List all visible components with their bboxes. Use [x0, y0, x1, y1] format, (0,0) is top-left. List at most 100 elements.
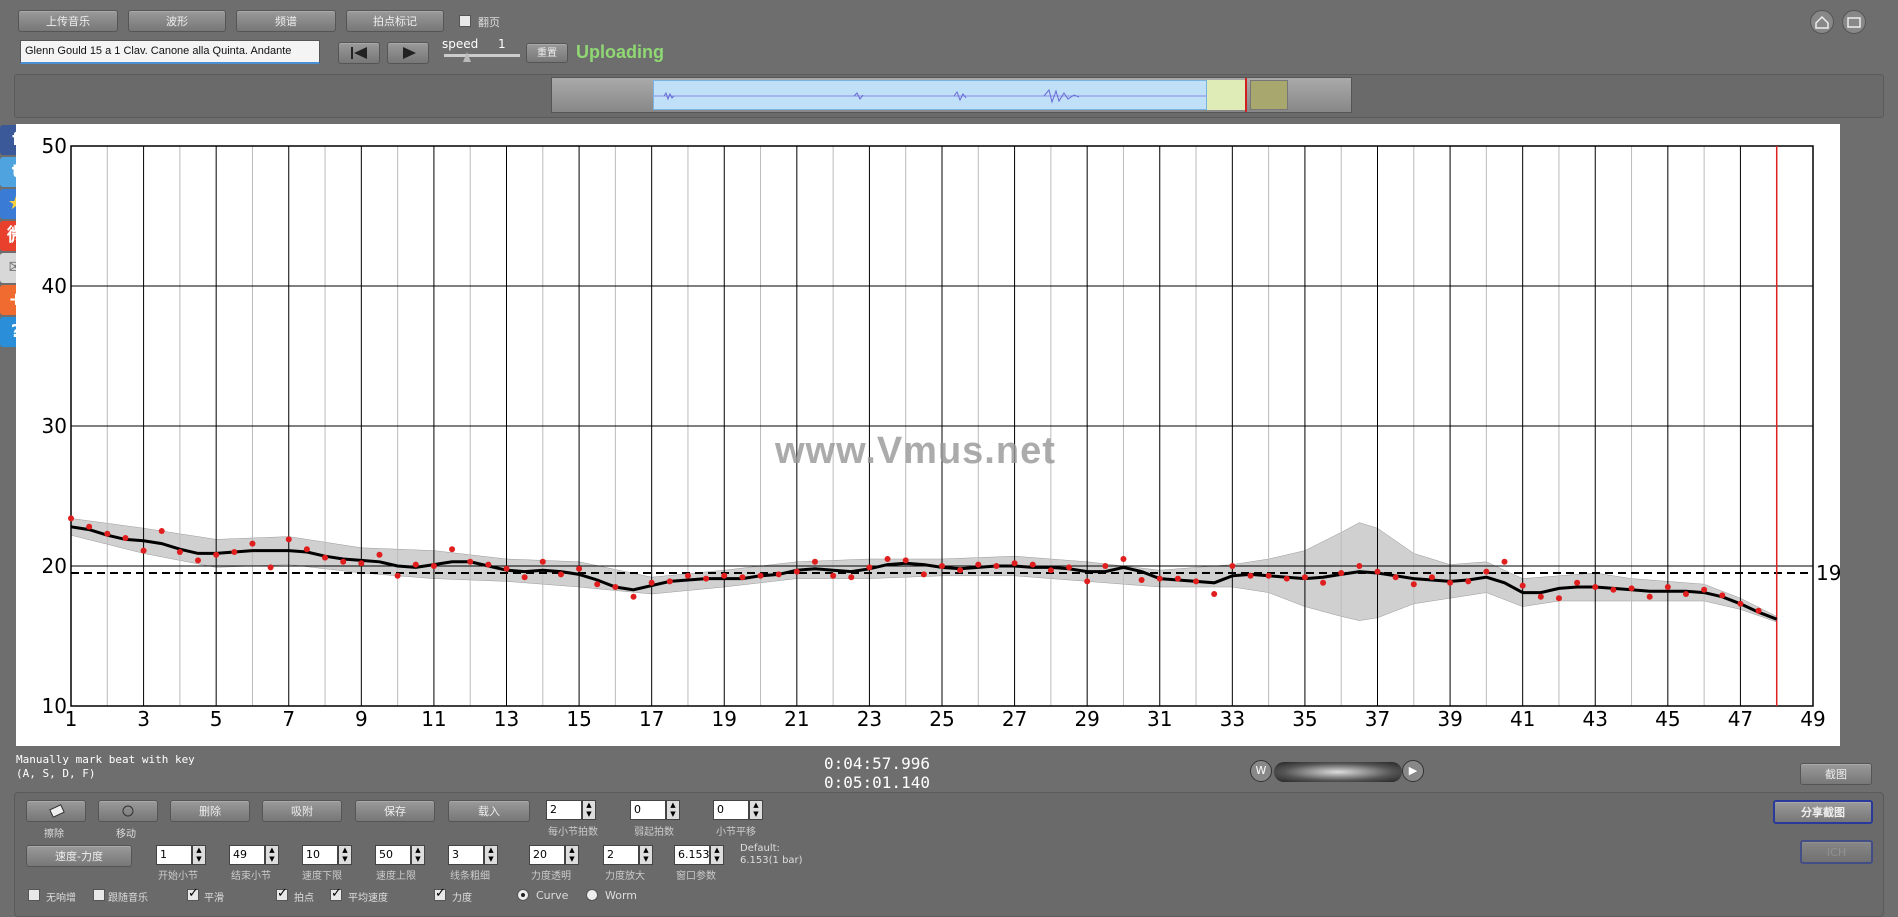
play-button[interactable]: [387, 42, 429, 64]
beat-point: [358, 560, 365, 567]
stepper-arrows[interactable]: ▲ ▼: [338, 845, 352, 865]
screenshot-button[interactable]: 截图: [1800, 763, 1872, 785]
x-tick-label: 9: [355, 707, 368, 731]
tempo-max-label: 速度上限: [376, 871, 416, 882]
start-beat-value[interactable]: 0: [630, 800, 666, 820]
beats-per-bar-stepper[interactable]: 2 ▲ ▼: [546, 800, 596, 820]
mode-radio-0[interactable]: [517, 889, 529, 901]
current-time: 0:04:57.996: [824, 754, 930, 773]
load-button[interactable]: 载入: [448, 800, 530, 822]
reset-button[interactable]: 重置: [526, 43, 568, 63]
snap-button[interactable]: 吸附: [262, 800, 342, 822]
stepper-arrows[interactable]: ▲ ▼: [484, 845, 498, 865]
rewind-button[interactable]: [338, 42, 380, 64]
beat-point: [703, 575, 710, 582]
dyn-scale-label: 力度放大: [605, 871, 645, 882]
end-bar-value[interactable]: 49: [229, 845, 265, 865]
option-checkbox-3[interactable]: [276, 886, 288, 901]
tempo-dynamics-button[interactable]: 速度-力度: [26, 845, 132, 867]
beat-point: [1719, 592, 1726, 599]
dyn-transparency-value[interactable]: 20: [529, 845, 565, 865]
beat-point: [811, 558, 818, 565]
stepper-arrows[interactable]: ▲ ▼: [582, 800, 596, 820]
speed-slider-track[interactable]: [444, 54, 520, 57]
stepper-arrows[interactable]: ▲ ▼: [710, 845, 724, 865]
beat-point: [612, 584, 619, 590]
beat-point: [1574, 579, 1581, 586]
spectrum-button[interactable]: 频谱: [236, 10, 336, 32]
stepper-arrows[interactable]: ▲ ▼: [639, 845, 653, 865]
option-checkbox-0[interactable]: [28, 889, 40, 901]
beat-point: [1682, 591, 1689, 597]
save-button[interactable]: 保存: [355, 800, 435, 822]
bar-offset-stepper[interactable]: 0 ▲ ▼: [713, 800, 763, 820]
option-checkbox-1[interactable]: [93, 889, 105, 901]
start-bar-stepper[interactable]: 1 ▲ ▼: [156, 845, 206, 865]
eraser-icon: [49, 804, 65, 818]
bar-offset-value[interactable]: 0: [713, 800, 749, 820]
waveform-button[interactable]: 波形: [128, 10, 226, 32]
line-width-stepper[interactable]: 3 ▲ ▼: [448, 845, 498, 865]
window-param-stepper[interactable]: 6.153 ▲ ▼: [674, 845, 724, 865]
beats-per-bar-value[interactable]: 2: [546, 800, 582, 820]
x-tick-label: 13: [494, 707, 519, 731]
overview-waveform[interactable]: [551, 77, 1352, 113]
beat-point: [975, 561, 982, 568]
stepper-arrows[interactable]: ▲ ▼: [265, 845, 279, 865]
tempo-max-stepper[interactable]: 50 ▲ ▼: [375, 845, 425, 865]
dyn-scale-value[interactable]: 2: [603, 845, 639, 865]
stepper-arrows[interactable]: ▲ ▼: [749, 800, 763, 820]
beat-point: [1047, 567, 1054, 574]
option-label-1: 跟随音乐: [108, 893, 148, 904]
track-title-field[interactable]: Glenn Gould 15 a 1 Clav. Canone alla Qui…: [20, 40, 320, 64]
delete-button[interactable]: 删除: [170, 800, 250, 822]
erase-button[interactable]: [26, 800, 86, 822]
beat-point: [757, 572, 764, 579]
beat-point: [1066, 564, 1073, 571]
overview-playhead-zone[interactable]: [1207, 80, 1246, 110]
upload-music-button[interactable]: 上传音乐: [18, 10, 118, 32]
beat-point: [1592, 584, 1599, 590]
waveform-toggle-icon[interactable]: W: [1250, 760, 1272, 782]
beat-point: [340, 558, 347, 565]
end-bar-stepper[interactable]: 49 ▲ ▼: [229, 845, 279, 865]
hint-line-2: (A, S, D, F): [16, 767, 96, 780]
option-checkbox-4[interactable]: [330, 886, 342, 901]
beat-point: [467, 558, 474, 565]
tempo-min-stepper[interactable]: 10 ▲ ▼: [302, 845, 352, 865]
follow-checkbox[interactable]: [459, 15, 471, 27]
beat-mark-button[interactable]: 拍点标记: [346, 10, 444, 32]
option-checkbox-2[interactable]: [187, 886, 199, 901]
overview-next-zone[interactable]: [1250, 80, 1288, 110]
stepper-arrows[interactable]: ▲ ▼: [565, 845, 579, 865]
option-checkbox-5[interactable]: [434, 886, 446, 901]
stepper-arrows[interactable]: ▲ ▼: [666, 800, 680, 820]
mode-radio-1[interactable]: [586, 889, 598, 901]
window-param-value[interactable]: 6.153: [674, 845, 710, 865]
window-icon[interactable]: [1842, 10, 1866, 34]
tempo-min-value[interactable]: 10: [302, 845, 338, 865]
beat-point: [1247, 572, 1254, 579]
faded-button[interactable]: ICH: [1800, 840, 1873, 864]
audio-icon[interactable]: ▶: [1402, 760, 1424, 782]
stepper-arrows[interactable]: ▲ ▼: [192, 845, 206, 865]
line-width-value[interactable]: 3: [448, 845, 484, 865]
home-icon[interactable]: [1810, 10, 1834, 34]
beat-point: [322, 554, 329, 561]
tempo-max-value[interactable]: 50: [375, 845, 411, 865]
move-button[interactable]: [98, 800, 158, 822]
dyn-scale-stepper[interactable]: 2 ▲ ▼: [603, 845, 653, 865]
dyn-transparency-stepper[interactable]: 20 ▲ ▼: [529, 845, 579, 865]
start-beat-stepper[interactable]: 0 ▲ ▼: [630, 800, 680, 820]
start-bar-value[interactable]: 1: [156, 845, 192, 865]
y-tick-label: 10: [42, 694, 67, 718]
beat-point: [1102, 563, 1109, 569]
overview-selection[interactable]: [653, 80, 1208, 110]
volume-slider[interactable]: [1274, 762, 1402, 782]
share-screenshot-button[interactable]: 分享截图: [1773, 800, 1873, 824]
overview-playhead[interactable]: [1245, 78, 1247, 112]
beat-point: [684, 572, 691, 579]
option-label-3: 拍点: [294, 893, 314, 904]
end-bar-label: 结束小节: [231, 871, 271, 882]
stepper-arrows[interactable]: ▲ ▼: [411, 845, 425, 865]
